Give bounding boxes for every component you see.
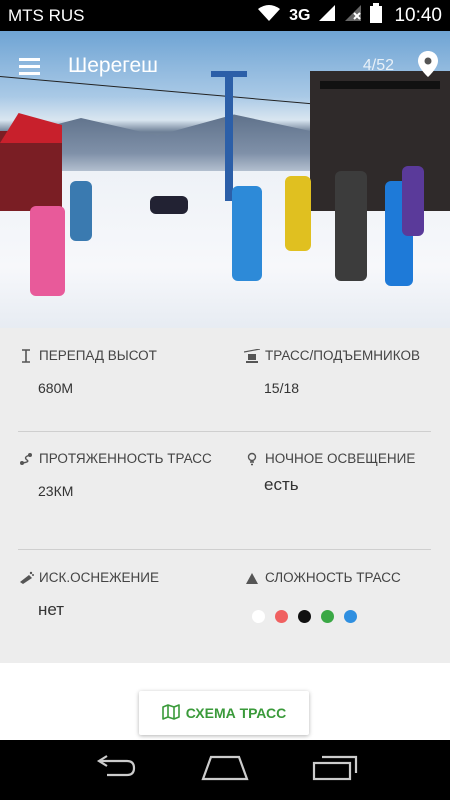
system-nav-bar: [0, 740, 450, 800]
no-signal-icon: [344, 4, 362, 27]
page-title: Шерегеш: [68, 54, 159, 77]
home-icon: [201, 755, 249, 786]
lift-icon: [244, 348, 260, 364]
difficulty-dot-red: [275, 610, 288, 623]
menu-button[interactable]: [0, 31, 58, 101]
stat-trails-lifts: ТРАСС/ПОДЪЕМНИКОВ 15/18: [244, 348, 449, 396]
map-pin-icon: [418, 50, 438, 82]
difficulty-dot-white: [252, 610, 265, 623]
stat-value: 15/18: [264, 380, 300, 396]
recent-apps-icon: [312, 755, 358, 786]
recent-apps-button[interactable]: [310, 750, 360, 790]
map-icon: [161, 703, 180, 723]
difficulty-dot-blue: [344, 610, 357, 623]
stat-value: 23КМ: [38, 483, 74, 499]
hamburger-icon: [18, 57, 40, 61]
stat-label: НОЧНОЕ ОСВЕЩЕНИЕ: [265, 451, 416, 466]
stat-height-drop: ПЕРЕПАД ВЫСОТ 680М: [18, 348, 223, 396]
signal-icon: [318, 4, 336, 27]
stat-value: 680М: [38, 380, 74, 396]
difficulty-icon: [244, 570, 260, 586]
photo-counter: 4/52: [362, 57, 394, 74]
stat-label: ПРОТЯЖЕННОСТЬ ТРАСС: [39, 451, 212, 466]
stat-label: ИСК.ОСНЕЖЕНИЕ: [39, 570, 159, 585]
light-icon: [244, 451, 260, 467]
stat-label: ПЕРЕПАД ВЫСОТ: [39, 348, 157, 363]
stat-artificial-snow: ИСК.ОСНЕЖЕНИЕ нет: [18, 570, 223, 620]
carrier-name: MTS RUS: [8, 5, 85, 25]
clock: 10:40: [394, 4, 442, 26]
difficulty-dot-green: [321, 610, 334, 623]
map-pin-button[interactable]: [406, 31, 450, 101]
difficulty-colors: [252, 610, 449, 623]
height-icon: [18, 348, 34, 364]
route-icon: [18, 451, 34, 467]
divider: [18, 431, 431, 432]
back-icon: [93, 754, 137, 786]
trail-map-label: СХЕМА ТРАСС: [185, 705, 287, 721]
bottom-panel: СХЕМА ТРАСС: [0, 663, 450, 740]
trail-map-button[interactable]: СХЕМА ТРАСС: [139, 691, 309, 735]
snow-cannon-icon: [18, 570, 34, 586]
network-type: 3G: [289, 6, 311, 24]
stat-value: нет: [38, 600, 65, 619]
battery-icon: [370, 3, 383, 28]
stat-label: ТРАСС/ПОДЪЕМНИКОВ: [265, 348, 420, 363]
stat-difficulty: СЛОЖНОСТЬ ТРАСС: [244, 570, 449, 623]
stat-label: СЛОЖНОСТЬ ТРАСС: [265, 570, 401, 585]
stat-value: есть: [264, 475, 299, 494]
stat-trails-length: ПРОТЯЖЕННОСТЬ ТРАСС 23КМ: [18, 451, 223, 499]
status-bar: MTS RUS 3G 10:40: [0, 0, 450, 31]
resort-info: ПЕРЕПАД ВЫСОТ 680М ТРАСС/ПОДЪЕМНИКОВ 15/…: [0, 328, 450, 663]
app-bar: Шерегеш 4/52: [0, 31, 450, 101]
home-button[interactable]: [200, 750, 250, 790]
wifi-icon: [257, 4, 281, 27]
difficulty-dot-black: [298, 610, 311, 623]
back-button[interactable]: [90, 750, 140, 790]
divider: [18, 549, 431, 550]
stat-night-lighting: НОЧНОЕ ОСВЕЩЕНИЕ есть: [244, 451, 449, 495]
